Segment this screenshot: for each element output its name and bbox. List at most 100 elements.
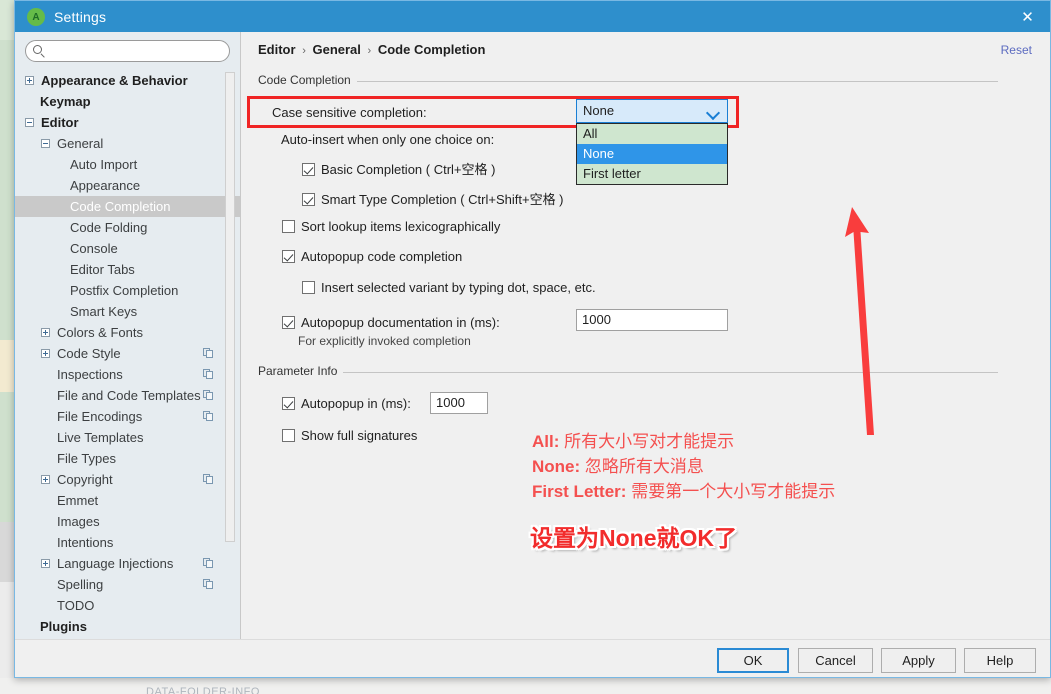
sidebar-item-code-completion[interactable]: Code Completion [15,196,240,217]
expand-icon[interactable] [41,475,50,484]
bg-seg-1 [0,0,14,40]
sidebar-item-label: Colors & Fonts [57,325,143,340]
show-full-signatures-row[interactable]: Show full signatures [282,428,417,443]
sidebar-item-label: Intentions [57,535,114,550]
sidebar-item-label: General [57,136,104,151]
sidebar-item-intentions[interactable]: Intentions [15,532,240,553]
sidebar-item-label: Plugins [40,619,87,634]
search-wrap [15,32,240,63]
sidebar-item-spelling[interactable]: Spelling [15,574,240,595]
sidebar-item-label: Postfix Completion [70,283,179,298]
sidebar-item-label: Live Templates [57,430,144,445]
expand-icon[interactable] [41,328,50,337]
sidebar-item-code-folding[interactable]: Code Folding [15,217,240,238]
sidebar-item-language-injections[interactable]: Language Injections [15,553,240,574]
copy-settings-icon[interactable] [203,474,214,485]
autopopup-doc-row[interactable]: Autopopup documentation in (ms): [282,315,500,330]
sidebar-item-smart-keys[interactable]: Smart Keys [15,301,240,322]
param-autopopup-row[interactable]: Autopopup in (ms): [282,396,411,411]
autopopup-doc-checkbox[interactable] [282,316,295,329]
sidebar-item-general[interactable]: General [15,133,240,154]
annotation-line-1-key: All: [532,432,560,451]
dropdown-option-first-letter[interactable]: First letter [577,164,727,184]
sidebar-item-label: Code Style [57,346,121,361]
breadcrumb: Editor › General › Code Completion [258,42,485,57]
sidebar-item-editor[interactable]: Editor [15,112,240,133]
group-title-code-completion: Code Completion [258,73,357,87]
search-input[interactable] [50,41,234,63]
sidebar-item-appearance[interactable]: Appearance [15,175,240,196]
collapse-icon[interactable] [25,118,34,127]
sidebar-item-todo[interactable]: TODO [15,595,240,616]
sidebar-item-colors-fonts[interactable]: Colors & Fonts [15,322,240,343]
sidebar-item-copyright[interactable]: Copyright [15,469,240,490]
copy-settings-icon[interactable] [203,348,214,359]
expand-icon[interactable] [41,559,50,568]
param-autopopup-input[interactable]: 1000 [430,392,488,414]
copy-settings-icon[interactable] [203,558,214,569]
sidebar-item-label: Language Injections [57,556,174,571]
sidebar-item-file-types[interactable]: File Types [15,448,240,469]
sidebar-item-file-and-code-templates[interactable]: File and Code Templates [15,385,240,406]
sidebar-item-postfix-completion[interactable]: Postfix Completion [15,280,240,301]
sidebar-item-appearance-behavior[interactable]: Appearance & Behavior [15,70,240,91]
copy-settings-icon[interactable] [203,411,214,422]
settings-tree: Appearance & Behavior Keymap Editor General… [15,70,240,640]
sidebar-item-label: File Types [57,451,117,466]
autopopup-code-label: Autopopup code completion [301,249,463,264]
settings-dialog: A Settings ✕ Appearance & Behavior Keymap… [14,0,1051,678]
sort-lookup-row[interactable]: Sort lookup items lexicographically [282,219,500,234]
expand-icon[interactable] [41,349,50,358]
sidebar-item-label: Code Completion [70,199,171,214]
smart-type-completion-row[interactable]: Smart Type Completion ( Ctrl+Shift+空格 ) [302,189,564,208]
sidebar-item-label: Copyright [57,472,113,487]
sidebar-item-editor-tabs[interactable]: Editor Tabs [15,259,240,280]
copy-settings-icon[interactable] [203,579,214,590]
breadcrumb-part-1[interactable]: Editor [258,42,296,57]
collapse-icon[interactable] [41,139,50,148]
case-sensitive-combobox[interactable]: None [576,99,728,123]
smart-type-completion-checkbox[interactable] [302,193,315,206]
search-box[interactable] [25,40,234,63]
cancel-button[interactable]: Cancel [798,648,873,673]
expand-icon[interactable] [25,76,34,85]
sidebar-item-emmet[interactable]: Emmet [15,490,240,511]
basic-completion-row[interactable]: Basic Completion ( Ctrl+空格 ) [302,159,495,178]
reset-link[interactable]: Reset [1001,43,1032,57]
autopopup-code-checkbox[interactable] [282,250,295,263]
dropdown-option-all[interactable]: All [577,124,727,144]
case-sensitive-dropdown-list[interactable]: All None First letter [576,123,728,185]
close-icon[interactable]: ✕ [1005,1,1050,32]
sidebar-item-label: Inspections [57,367,123,382]
smart-type-completion-label: Smart Type Completion ( Ctrl+Shift+空格 ) [321,192,564,207]
sidebar-item-plugins[interactable]: Plugins [15,616,240,637]
param-autopopup-checkbox[interactable] [282,397,295,410]
sidebar-scrollbar-thumb[interactable] [225,72,235,542]
settings-sidebar: Appearance & Behavior Keymap Editor General… [15,32,241,640]
autopopup-code-row[interactable]: Autopopup code completion [282,249,462,264]
chevron-down-icon [705,105,721,121]
copy-settings-icon[interactable] [203,369,214,380]
autopopup-doc-input[interactable]: 1000 [576,309,728,331]
apply-button[interactable]: Apply [881,648,956,673]
sidebar-item-label: File and Code Templates [57,388,201,403]
sidebar-item-file-encodings[interactable]: File Encodings [15,406,240,427]
sort-lookup-checkbox[interactable] [282,220,295,233]
sidebar-item-live-templates[interactable]: Live Templates [15,427,240,448]
show-full-signatures-checkbox[interactable] [282,429,295,442]
breadcrumb-part-2[interactable]: General [312,42,360,57]
insert-selected-variant-row[interactable]: Insert selected variant by typing dot, s… [302,280,596,295]
basic-completion-checkbox[interactable] [302,163,315,176]
sidebar-item-inspections[interactable]: Inspections [15,364,240,385]
insert-selected-variant-checkbox[interactable] [302,281,315,294]
sidebar-item-console[interactable]: Console [15,238,240,259]
sidebar-item-keymap[interactable]: Keymap [15,91,240,112]
background-bottom-text: DATA-FOLDER-INFO [146,686,260,694]
dropdown-option-none[interactable]: None [577,144,727,164]
copy-settings-icon[interactable] [203,390,214,401]
sidebar-item-images[interactable]: Images [15,511,240,532]
sidebar-item-code-style[interactable]: Code Style [15,343,240,364]
help-button[interactable]: Help [964,648,1036,673]
ok-button[interactable]: OK [717,648,789,673]
sidebar-item-auto-import[interactable]: Auto Import [15,154,240,175]
